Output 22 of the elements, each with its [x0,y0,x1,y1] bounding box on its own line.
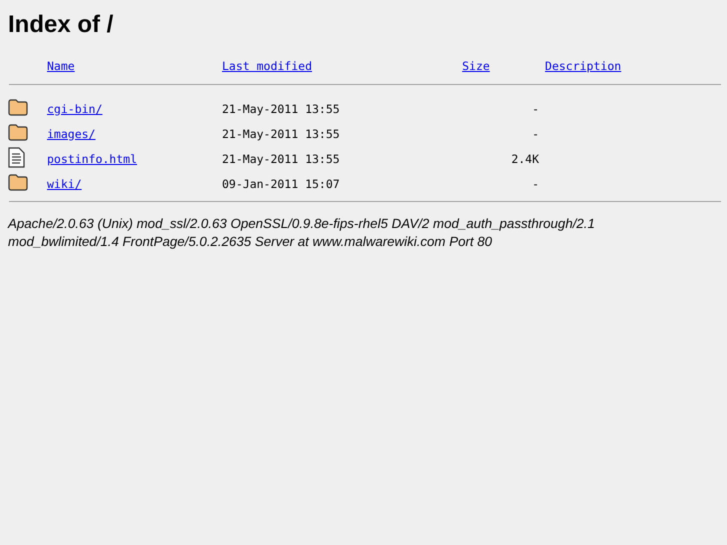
folder-icon [8,174,28,190]
file-size: - [532,176,540,190]
file-link[interactable]: cgi-bin/ [47,102,102,116]
modified-date: 21-May-2011 13:55 [222,102,340,116]
modified-date: 09-Jan-2011 15:07 [222,176,340,190]
page-title: Index of / [8,11,114,39]
file-link[interactable]: postinfo.html [47,152,138,166]
file-size: 2.4K [511,152,540,166]
file-link[interactable]: images/ [47,126,96,140]
column-sort-link[interactable]: Name [47,59,75,73]
column-sort-link[interactable]: Last modified [222,59,312,73]
file-size: - [532,102,540,116]
column-sort-link[interactable]: Size [462,59,490,73]
server-signature: Apache/2.0.63 (Unix) mod_ssl/2.0.63 OpenSSL/0.9.8e-fips-rhel5 DAV/2 mod_auth_passthrough/2.1 mod_bwlimited/1.4 FrontPage/5.0.2.2635 Server at www.malwarewiki.com Port 80 [8,215,596,251]
folder-icon [8,98,28,116]
file-link[interactable]: wiki/ [47,176,82,190]
folder-icon [8,124,28,140]
document-icon [8,146,25,168]
file-size: - [532,126,540,140]
modified-date: 21-May-2011 13:55 [222,126,340,140]
modified-date: 21-May-2011 13:55 [222,152,340,166]
column-sort-link[interactable]: Description [545,59,622,73]
